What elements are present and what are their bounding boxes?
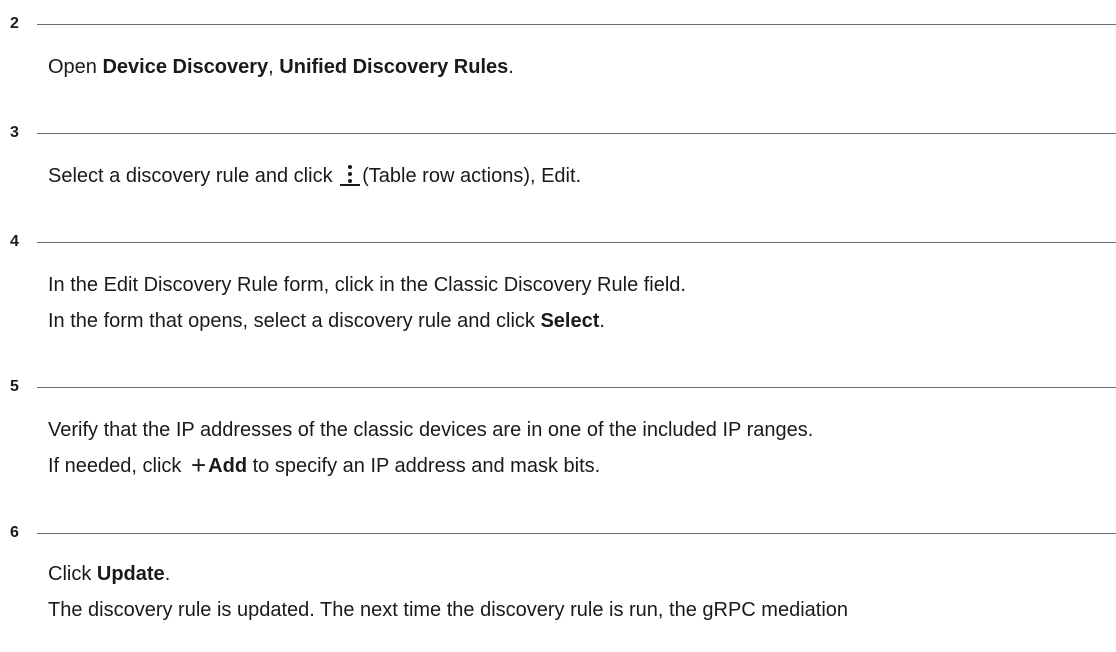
step-divider xyxy=(37,533,1116,534)
step-number: 2 xyxy=(10,15,19,32)
step-header: 4 xyxy=(0,231,1116,253)
ui-term-select: Select xyxy=(540,310,600,332)
step-text: Select a discovery rule and click (Table… xyxy=(48,162,581,190)
step-5: 5 Verify that the IP addresses of the cl… xyxy=(0,376,1116,478)
kebab-menu-icon xyxy=(340,162,361,186)
step-divider xyxy=(37,24,1116,25)
step-header: 5 xyxy=(0,376,1116,398)
step-text: Open Device Discovery, Unified Discovery… xyxy=(48,56,514,78)
ui-term-add: Add xyxy=(208,455,248,477)
step-header: 6 xyxy=(0,522,1116,544)
plus-icon: + xyxy=(190,450,207,480)
step-text: In the Edit Discovery Rule form, click i… xyxy=(48,274,686,296)
step-6: 6 Click Update. The discovery rule is up… xyxy=(0,522,1116,621)
step-3: 3 Select a discovery rule and click (Tab… xyxy=(0,122,1116,187)
step-2: 2 Open Device Discovery, Unified Discove… xyxy=(0,13,1116,78)
step-number: 5 xyxy=(10,378,19,395)
step-divider xyxy=(37,242,1116,243)
step-text: In the form that opens, select a discove… xyxy=(48,310,605,332)
ui-term-device-discovery: Device Discovery xyxy=(102,56,269,78)
ui-term-update: Update xyxy=(96,563,165,585)
step-divider xyxy=(37,133,1116,134)
step-header: 3 xyxy=(0,122,1116,144)
step-text: Click Update. xyxy=(48,563,171,585)
step-text: Verify that the IP addresses of the clas… xyxy=(48,419,814,441)
step-number: 3 xyxy=(10,124,19,141)
step-text: The discovery rule is updated. The next … xyxy=(48,599,849,621)
step-header: 2 xyxy=(0,13,1116,35)
step-number: 6 xyxy=(10,524,19,541)
step-number: 4 xyxy=(10,233,19,250)
step-text: If needed, click + Add to specify an IP a… xyxy=(48,450,601,480)
ui-term-unified-discovery-rules: Unified Discovery Rules xyxy=(279,56,509,78)
step-divider xyxy=(37,387,1116,388)
step-4: 4 In the Edit Discovery Rule form, click… xyxy=(0,231,1116,332)
